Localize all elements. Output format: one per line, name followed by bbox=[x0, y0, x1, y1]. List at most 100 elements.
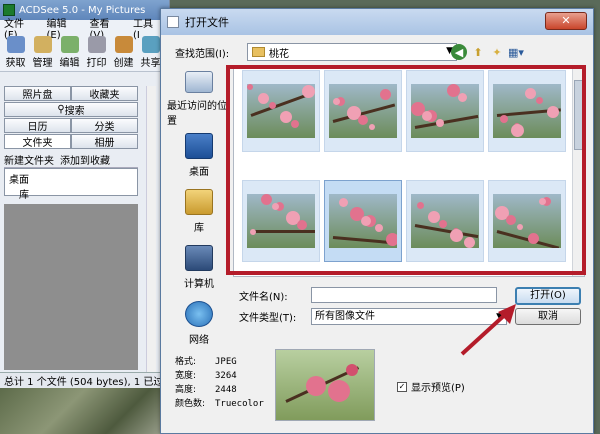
new-folder-icon[interactable]: ✦ bbox=[489, 44, 505, 60]
up-folder-button[interactable]: ⬆ bbox=[470, 44, 486, 60]
file-thumbnail[interactable] bbox=[406, 70, 484, 152]
peach-blossom-photo bbox=[247, 194, 315, 248]
file-thumbnail[interactable] bbox=[488, 180, 566, 262]
desktop-background bbox=[0, 388, 169, 434]
acdsee-window: ACDSee 5.0 - My Pictures 文件(F) 编辑(E) 查看(… bbox=[0, 0, 170, 434]
format-label: 格式: bbox=[175, 357, 197, 367]
image-info: 格式: JPEG 宽度: 3264 高度: 2448 颜色数: Truecolor bbox=[175, 355, 264, 411]
new-folder-button[interactable]: 新建文件夹 bbox=[4, 152, 54, 167]
peach-blossom-photo bbox=[411, 84, 479, 138]
dialog-title: 打开文件 bbox=[185, 16, 229, 29]
height-label: 高度: bbox=[175, 385, 197, 395]
share-icon bbox=[141, 36, 160, 53]
filetype-row: 文件类型(T): 所有图像文件 ▼ bbox=[239, 308, 507, 325]
close-button[interactable]: ✕ bbox=[545, 12, 587, 30]
tree-item-desktop[interactable]: 桌面 bbox=[9, 171, 133, 186]
library-icon bbox=[185, 188, 213, 215]
acdsee-scrollbar[interactable] bbox=[146, 86, 156, 372]
file-thumbnail[interactable] bbox=[406, 180, 484, 262]
colors-label: 颜色数: bbox=[175, 399, 206, 409]
format-value: JPEG bbox=[215, 357, 237, 367]
file-thumbnail[interactable] bbox=[242, 70, 320, 152]
filename-input[interactable] bbox=[311, 287, 497, 303]
tab-search[interactable]: ⚲ 搜索 bbox=[4, 102, 138, 117]
dialog-title-bar: 打开文件 ✕ bbox=[161, 9, 593, 35]
filetype-label: 文件类型(T): bbox=[239, 313, 297, 324]
filename-row: 文件名(N): bbox=[239, 287, 497, 303]
chevron-down-icon: ▼ bbox=[496, 312, 503, 322]
status-bar: 总计 1 个文件 (504 bytes), 1 已过滤 bbox=[0, 372, 169, 388]
places-bar: 最近访问的位置 桌面 库 计算机 网络 bbox=[167, 71, 231, 346]
view-menu-button[interactable]: ▦▾ bbox=[508, 44, 524, 60]
tab-album[interactable]: 相册 bbox=[71, 134, 138, 149]
dialog-app-icon bbox=[167, 16, 179, 28]
height-value: 2448 bbox=[215, 385, 237, 395]
peach-blossom-photo bbox=[493, 194, 561, 248]
filename-label: 文件名(N): bbox=[239, 291, 288, 303]
edit-icon bbox=[60, 36, 79, 53]
place-network[interactable]: 网络 bbox=[167, 295, 231, 351]
recent-places-icon bbox=[185, 71, 213, 93]
tree-item-library[interactable]: 库 bbox=[9, 186, 133, 201]
folder-tree: 桌面 库 bbox=[4, 168, 138, 201]
file-thumbnail[interactable] bbox=[324, 70, 402, 152]
peach-blossom-photo bbox=[247, 84, 315, 138]
width-value: 3264 bbox=[215, 371, 237, 381]
peach-blossom-photo bbox=[329, 84, 397, 138]
place-desktop[interactable]: 桌面 bbox=[167, 127, 231, 183]
acquire-button[interactable]: 获取 bbox=[2, 36, 29, 71]
tab-folders[interactable]: 文件夹 bbox=[4, 134, 71, 149]
file-thumbnail[interactable] bbox=[324, 180, 402, 262]
tab-calendar[interactable]: 日历 bbox=[4, 118, 71, 133]
look-in-dropdown[interactable]: 桃花 ▼ bbox=[247, 43, 457, 61]
width-label: 宽度: bbox=[175, 371, 197, 381]
preview-pane bbox=[4, 204, 138, 370]
place-recent[interactable]: 最近访问的位置 bbox=[167, 71, 231, 127]
back-button[interactable]: ◀ bbox=[451, 44, 467, 60]
show-preview-checkbox[interactable]: ✓ 显示预览(P) bbox=[397, 379, 465, 394]
edit-button[interactable]: 编辑 bbox=[56, 36, 83, 71]
thumbnail-grid bbox=[242, 70, 566, 262]
file-thumbnail-view bbox=[233, 65, 585, 277]
file-thumbnail[interactable] bbox=[488, 70, 566, 152]
colors-value: Truecolor bbox=[215, 399, 264, 409]
computer-icon bbox=[185, 244, 213, 271]
folder-tasks: 新建文件夹 添加到收藏 bbox=[4, 152, 138, 168]
look-in-row: 查找范围(I): 桃花 ▼ bbox=[175, 43, 457, 61]
acquire-icon bbox=[6, 36, 25, 53]
place-library[interactable]: 库 bbox=[167, 183, 231, 239]
open-file-dialog: 打开文件 ✕ 查找范围(I): 桃花 ▼ ◀ ⬆ ✦ ▦▾ 最近访问的位置 桌面… bbox=[160, 8, 594, 434]
binoculars-icon: ⚲ bbox=[57, 104, 65, 115]
print-icon bbox=[87, 36, 106, 53]
scrollbar-thumb[interactable] bbox=[574, 80, 583, 150]
tab-photo-disc[interactable]: 照片盘 bbox=[4, 86, 71, 101]
checkbox-checked-icon: ✓ bbox=[397, 381, 407, 392]
open-button[interactable]: 打开(O) bbox=[515, 287, 581, 305]
create-icon bbox=[114, 36, 133, 53]
acdsee-title: ACDSee 5.0 - My Pictures bbox=[19, 4, 146, 16]
acdsee-toolbar: 获取 管理 编辑 打印 创建 共享 bbox=[0, 36, 169, 72]
peach-blossom-photo bbox=[411, 194, 479, 248]
look-in-label: 查找范围(I): bbox=[175, 48, 230, 60]
manage-button[interactable]: 管理 bbox=[29, 36, 56, 71]
acdsee-side-panel: 照片盘 收藏夹 ⚲ 搜索 日历 分类 文件夹 相册 新建文件夹 添加到收藏 桌面… bbox=[4, 86, 138, 201]
filetype-dropdown[interactable]: 所有图像文件 ▼ bbox=[311, 308, 507, 325]
tab-category[interactable]: 分类 bbox=[71, 118, 138, 133]
print-button[interactable]: 打印 bbox=[83, 36, 110, 71]
file-view-scrollbar[interactable] bbox=[572, 66, 584, 276]
add-to-favorites-button[interactable]: 添加到收藏 bbox=[60, 152, 110, 167]
tab-favorites[interactable]: 收藏夹 bbox=[71, 86, 138, 101]
file-thumbnail[interactable] bbox=[242, 180, 320, 262]
manage-icon bbox=[33, 36, 52, 53]
cancel-button[interactable]: 取消 bbox=[515, 308, 581, 325]
create-button[interactable]: 创建 bbox=[110, 36, 137, 71]
image-preview bbox=[275, 349, 375, 421]
desktop-icon bbox=[185, 132, 213, 159]
network-icon bbox=[185, 300, 213, 327]
peach-blossom-photo bbox=[493, 84, 561, 138]
peach-blossom-photo bbox=[329, 194, 397, 248]
acdsee-menubar: 文件(F) 编辑(E) 查看(V) 工具(I bbox=[0, 19, 169, 41]
place-computer[interactable]: 计算机 bbox=[167, 239, 231, 295]
preview-photo bbox=[276, 350, 374, 420]
nav-buttons: ◀ ⬆ ✦ ▦▾ bbox=[451, 44, 527, 60]
